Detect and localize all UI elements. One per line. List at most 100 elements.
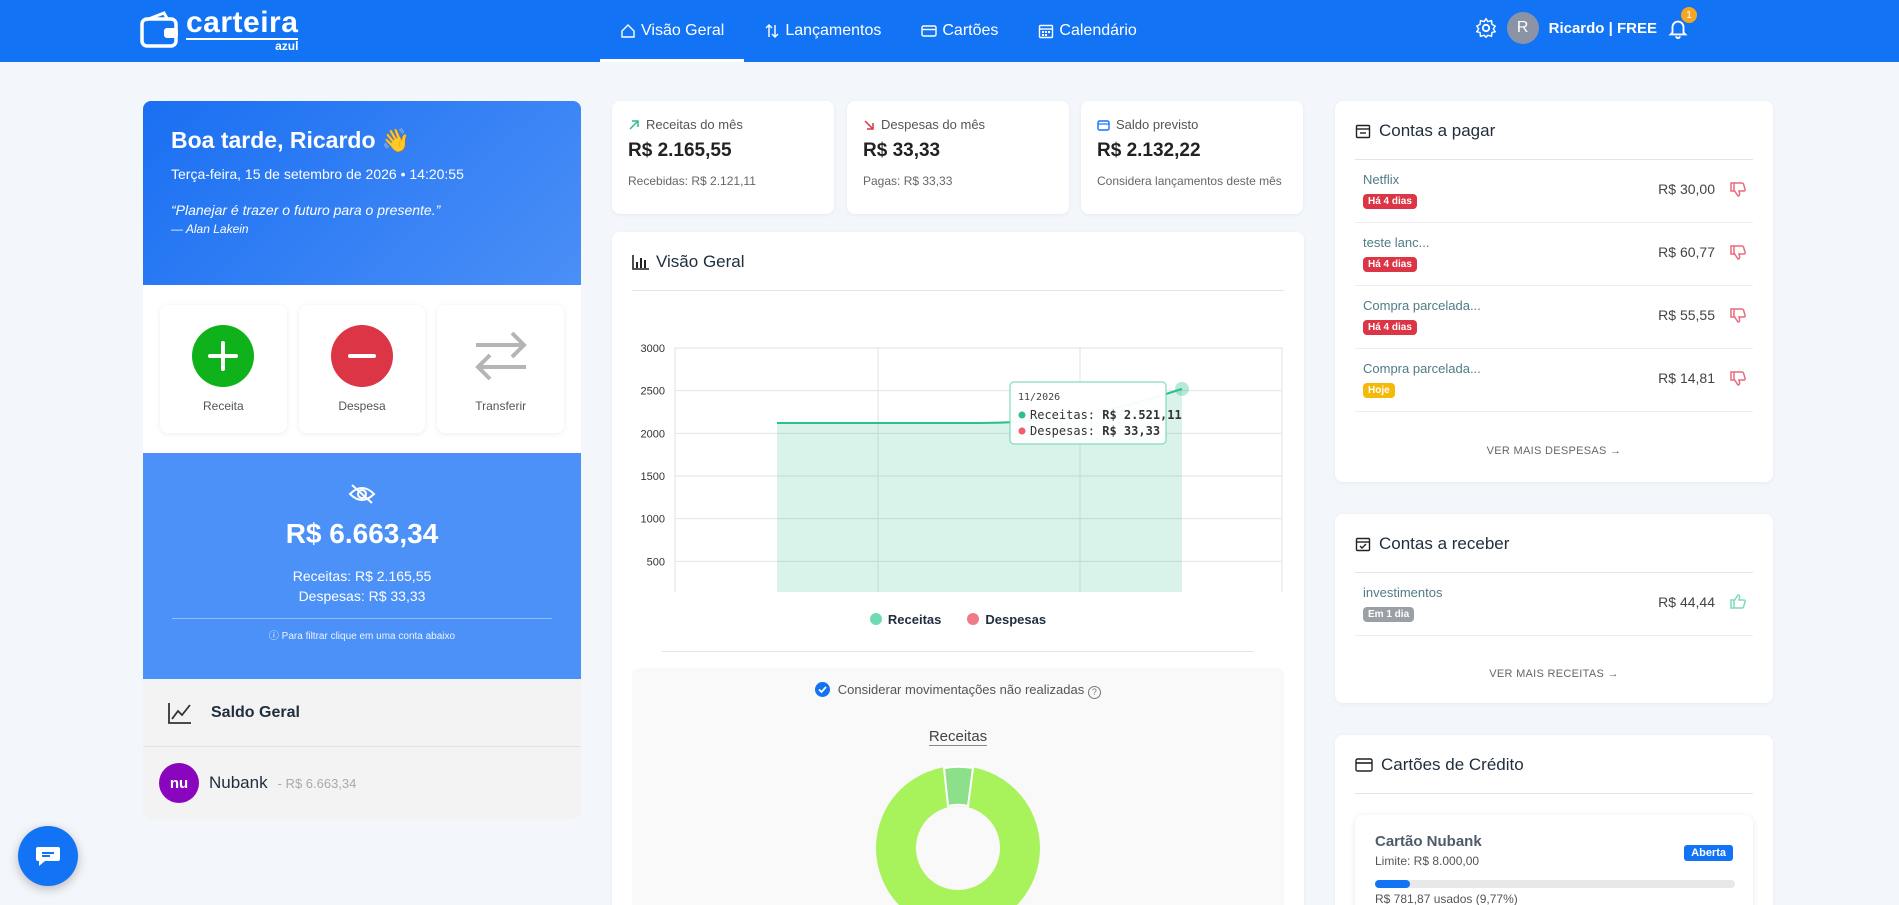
credit-card-limit: Limite: R$ 8.000,00 xyxy=(1375,854,1480,868)
stat-saldo-previsto: Saldo previsto R$ 2.132,22 Considera lan… xyxy=(1081,101,1303,214)
cartoes-card: Cartões de Crédito Cartão Nubank Limite:… xyxy=(1335,735,1773,905)
pagar-item[interactable]: Compra parcelada... Há 4 dias R$ 55,55 xyxy=(1355,286,1753,349)
saldo-geral-label: Saldo Geral xyxy=(211,703,300,721)
nav-label: Calendário xyxy=(1059,22,1137,39)
stat-value: R$ 33,33 xyxy=(863,140,941,161)
item-amount: R$ 44,44 xyxy=(1658,594,1715,610)
legend-label: Despesas xyxy=(985,612,1047,627)
chart-legend: Receitas Despesas xyxy=(612,612,1304,627)
pagar-item[interactable]: Compra parcelada... Hoje R$ 14,81 xyxy=(1355,349,1753,412)
balance-receitas: Receitas: R$ 2.165,55 xyxy=(292,568,432,584)
thumbs-down-icon[interactable] xyxy=(1729,306,1747,324)
plus-icon xyxy=(192,325,255,387)
tooltip-despesas-label: Despesas: xyxy=(1030,424,1102,438)
stat-label: Despesas do mês xyxy=(881,117,986,132)
quote-author: — Alan Lakein xyxy=(171,222,249,236)
thumbs-down-icon[interactable] xyxy=(1729,243,1747,261)
receber-item[interactable]: investimentos Em 1 dia R$ 44,44 xyxy=(1355,573,1753,636)
pagar-item[interactable]: teste lanc... Há 4 dias R$ 60,77 xyxy=(1355,223,1753,286)
header-right: R Ricardo | FREE 1 xyxy=(1475,7,1697,44)
app-logo[interactable]: carteira azul xyxy=(140,7,299,52)
greeting-quote: “Planejar é trazer o futuro para o prese… xyxy=(171,202,441,218)
calendar-icon xyxy=(1039,24,1054,39)
thumbs-down-icon[interactable] xyxy=(1729,180,1747,198)
contas-receber-title: Contas a receber xyxy=(1355,534,1509,554)
tooltip-receitas-label: Receitas: xyxy=(1030,408,1102,422)
nav-lancamentos[interactable]: Lançamentos xyxy=(744,0,901,62)
legend-label: Receitas xyxy=(887,612,942,627)
calendar-check-icon xyxy=(1355,537,1371,552)
transfer-button[interactable]: Transferir xyxy=(437,305,565,433)
action-label: Receita xyxy=(202,399,244,413)
chat-button[interactable] xyxy=(18,826,78,886)
greeting-text: Boa tarde, Ricardo xyxy=(171,127,376,153)
nav-label: Visão Geral xyxy=(641,22,725,39)
credit-card-name: Cartão Nubank xyxy=(1375,833,1482,850)
legend-receitas[interactable]: Receitas xyxy=(869,612,942,627)
nav-label: Lançamentos xyxy=(785,22,882,39)
swap-vertical-icon xyxy=(765,24,779,38)
nav-calendario[interactable]: Calendário xyxy=(1018,0,1156,62)
stat-label: Saldo previsto xyxy=(1116,117,1199,132)
thumbs-down-icon[interactable] xyxy=(1729,369,1747,387)
home-icon xyxy=(621,24,635,38)
divider xyxy=(172,618,552,619)
legend-despesas[interactable]: Despesas xyxy=(967,612,1046,627)
action-label: Despesa xyxy=(338,399,386,413)
credit-card-nubank[interactable]: Cartão Nubank Limite: R$ 8.000,00 Aberta… xyxy=(1355,815,1753,905)
item-amount: R$ 30,00 xyxy=(1658,181,1715,197)
item-name[interactable]: teste lanc... xyxy=(1363,235,1429,250)
add-despesa-button[interactable]: Despesa xyxy=(298,305,426,433)
total-balance: R$ 6.663,34 xyxy=(285,518,439,549)
nav-cartoes[interactable]: Cartões xyxy=(901,0,1018,62)
overview-title: Visão Geral xyxy=(632,252,745,272)
ver-mais-receitas-link[interactable]: VER MAIS RECEITAS → xyxy=(1335,668,1773,680)
contas-receber-card: Contas a receber investimentos Em 1 dia R$… xyxy=(1335,514,1773,703)
item-name[interactable]: Compra parcelada... xyxy=(1363,298,1481,313)
user-label[interactable]: Ricardo | FREE xyxy=(1549,20,1657,37)
thumbs-up-icon[interactable] xyxy=(1729,593,1747,611)
item-name[interactable]: investimentos xyxy=(1363,585,1442,600)
tooltip-date: 11/2026 xyxy=(1018,392,1060,403)
stat-sub: Pagas: R$ 33,33 xyxy=(863,174,953,188)
svg-text:Despesas: R$ 33,33: Despesas: R$ 33,33 xyxy=(1030,424,1160,438)
saldo-geral-row[interactable]: Saldo Geral xyxy=(143,679,581,747)
donut-card: Considerar movimentações não realizadas … xyxy=(632,668,1284,905)
consider-toggle[interactable]: Considerar movimentações não realizadas … xyxy=(632,682,1284,699)
checked-icon xyxy=(815,682,831,697)
main-nav: Visão Geral Lançamentos Cartões Calendár… xyxy=(600,0,1157,62)
credit-card-used: R$ 781,87 usados (9,77%) xyxy=(1375,892,1518,905)
wave-icon: 👋 xyxy=(381,127,411,153)
gear-icon[interactable] xyxy=(1475,17,1497,39)
wallet-small-icon xyxy=(1097,119,1110,131)
arrow-up-right-icon xyxy=(629,119,639,130)
stat-value: R$ 2.165,55 xyxy=(628,140,732,161)
ver-mais-despesas-link[interactable]: VER MAIS DESPESAS → xyxy=(1335,445,1773,457)
help-icon[interactable]: ? xyxy=(1087,686,1101,699)
notifications-button[interactable]: 1 xyxy=(1667,7,1697,39)
avatar[interactable]: R xyxy=(1506,12,1539,44)
nav-visao-geral[interactable]: Visão Geral xyxy=(600,0,745,62)
consider-label: Considerar movimentações não realizadas xyxy=(837,682,1085,697)
usage-progress xyxy=(1375,880,1735,888)
arrow-down-right-icon xyxy=(864,119,874,130)
stat-sub: Considera lançamentos deste mês xyxy=(1097,174,1282,188)
item-name[interactable]: Netflix xyxy=(1363,172,1399,187)
eye-off-icon[interactable] xyxy=(348,483,376,505)
receitas-point[interactable] xyxy=(1175,381,1189,396)
overview-chart[interactable]: 05001000150020002500300009/202610/202611… xyxy=(612,302,1304,592)
overview-panel: Visão Geral 05001000150020002500300009/2… xyxy=(612,232,1304,905)
overview-title-text: Visão Geral xyxy=(656,252,745,271)
account-value: - R$ 6.663,34 xyxy=(277,775,357,791)
pagar-item[interactable]: Netflix Há 4 dias R$ 30,00 xyxy=(1355,160,1753,223)
add-receita-button[interactable]: Receita xyxy=(160,305,287,433)
account-row-nubank[interactable]: nu Nubank - R$ 6.663,34 xyxy=(143,747,581,819)
wallet-icon xyxy=(140,11,178,48)
usage-fill xyxy=(1375,880,1411,888)
item-name[interactable]: Compra parcelada... xyxy=(1363,361,1481,376)
quick-actions: Receita Despesa Transferir xyxy=(143,285,581,453)
stat-despesas: Despesas do mês R$ 33,33 Pagas: R$ 33,33 xyxy=(847,101,1069,214)
contas-pagar-title: Contas a pagar xyxy=(1355,121,1495,141)
receitas-donut[interactable] xyxy=(632,748,1284,905)
greeting-title: Boa tarde, Ricardo 👋 xyxy=(171,127,553,154)
